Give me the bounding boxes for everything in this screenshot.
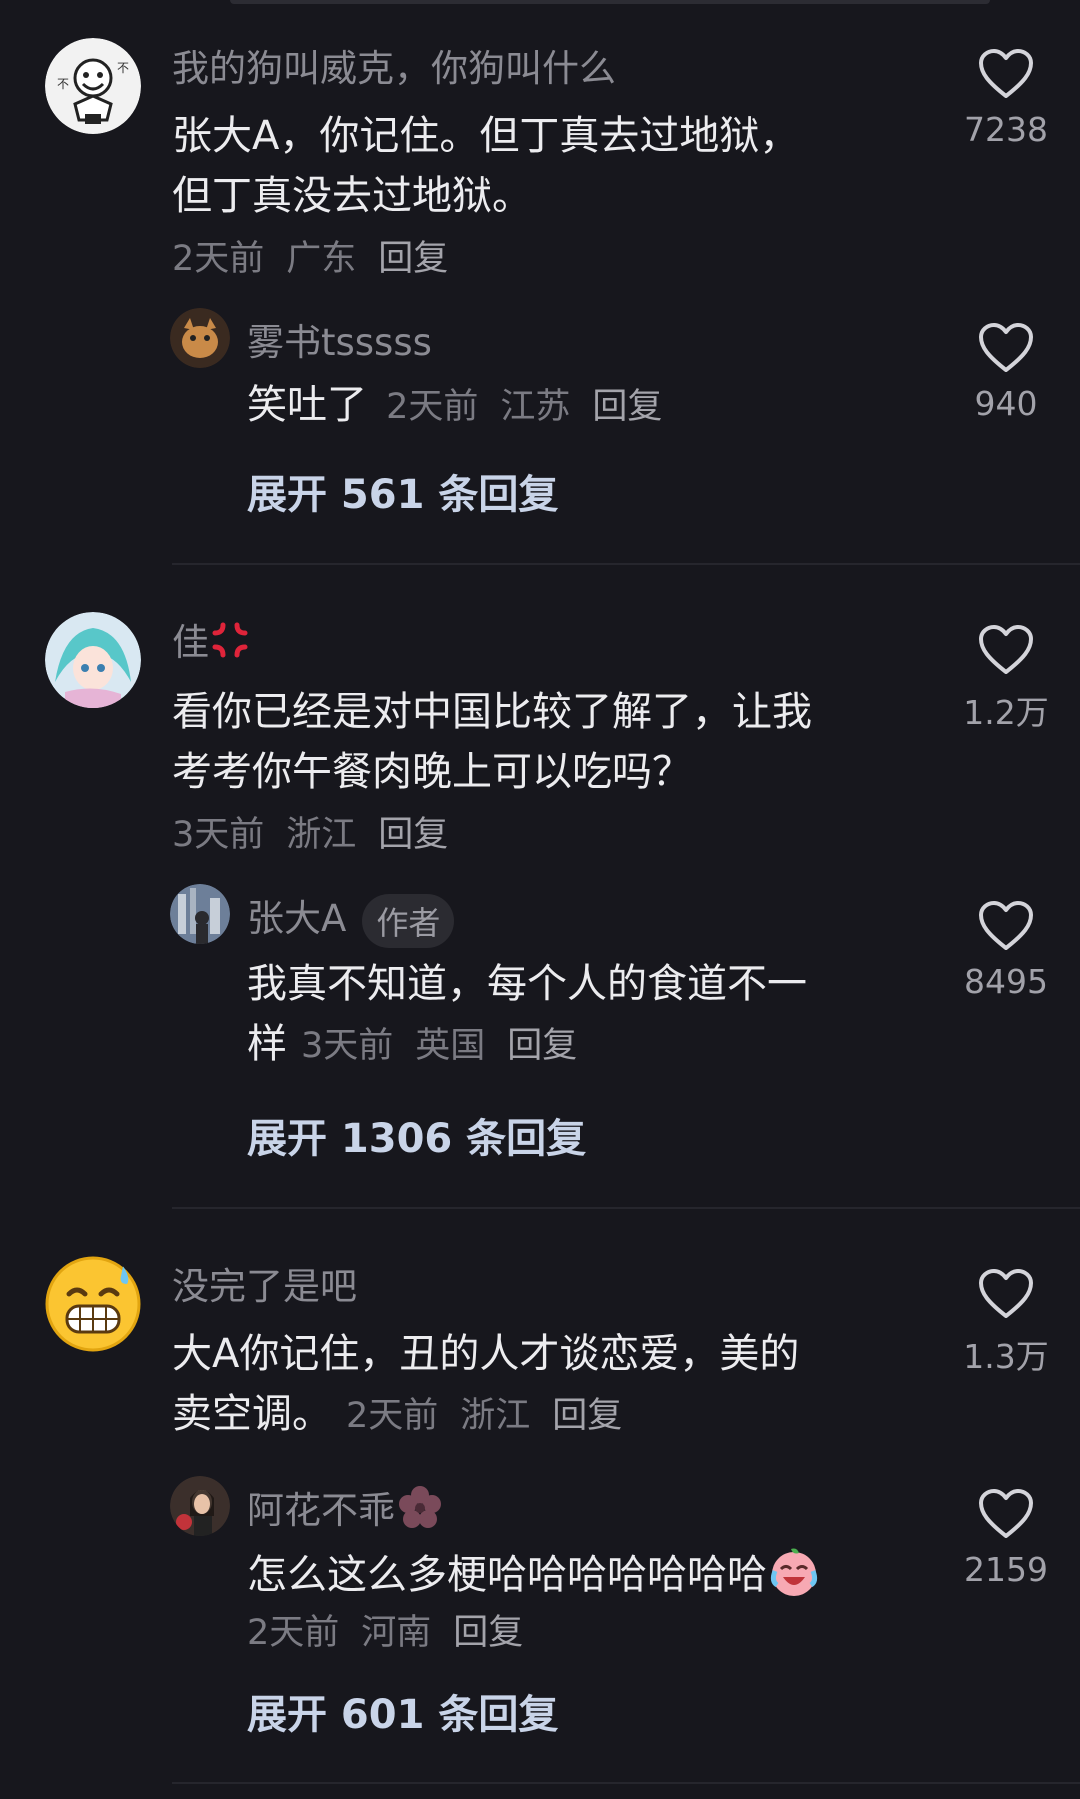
reply-text-line: 我真不知道，每个人的食道不一 — [247, 961, 807, 1007]
heart-outline-icon — [979, 901, 1033, 950]
heart-outline-icon — [979, 1489, 1033, 1538]
heart-outline-icon — [979, 323, 1033, 372]
reply-button[interactable]: 回复 — [507, 1026, 577, 1066]
comment-location: 浙江 — [286, 815, 357, 855]
reply-content: 怎么这么多梗哈哈哈哈哈哈哈 — [247, 1542, 821, 1609]
comment-text: 张大A，你记住。但丁真去过地狱， 但丁真没去过地狱。 — [172, 106, 912, 226]
avatar-comment-2[interactable] — [45, 612, 141, 708]
comment-text-line: 卖空调。 — [172, 1391, 332, 1437]
svg-text:不: 不 — [117, 61, 129, 75]
reply-meta: 3天前 英国 回复 — [301, 1026, 599, 1066]
heart-outline-icon — [979, 625, 1033, 674]
comment-text-line: 大A你记住，丑的人才谈恋爱，美的 — [172, 1331, 800, 1377]
author-badge: 作者 — [362, 893, 455, 948]
like-count: 940 — [974, 384, 1038, 423]
reply-author-name-text: 阿花不乖 — [247, 1489, 395, 1532]
like-count: 1.2万 — [963, 693, 1049, 732]
heart-outline-icon — [979, 1269, 1033, 1318]
reply-meta: 2天前 江苏 回复 — [386, 387, 684, 427]
flower-emoji-icon — [395, 1483, 445, 1542]
avatar-comment-1[interactable]: 不 不 — [45, 38, 141, 134]
comment-meta: 2天前 浙江 回复 — [346, 1396, 644, 1436]
like-count: 7238 — [964, 110, 1048, 149]
reply-content: 我真不知道，每个人的食道不一 样 3天前 英国 回复 — [247, 954, 907, 1076]
reply-time: 3天前 — [301, 1026, 394, 1066]
comment-time: 2天前 — [172, 239, 265, 279]
like-button[interactable]: 7238 — [946, 48, 1066, 149]
like-button[interactable]: 8495 — [946, 900, 1066, 1001]
divider — [172, 563, 1080, 565]
comment-author-name-text: 佳 — [172, 621, 209, 664]
reply-author-name-text: 张大A — [247, 897, 347, 940]
avatar-comment-3[interactable] — [45, 1256, 141, 1352]
avatar-reply-2[interactable] — [170, 884, 230, 944]
like-count: 2159 — [964, 1550, 1048, 1589]
reply-time: 2天前 — [247, 1613, 340, 1653]
reply-button[interactable]: 回复 — [592, 387, 662, 427]
heart-outline-icon — [979, 49, 1033, 98]
reply-button[interactable]: 回复 — [378, 239, 448, 279]
comment-author-name[interactable]: 我的狗叫威克，你狗叫什么 — [172, 38, 616, 92]
top-scroll-indicator — [230, 0, 990, 4]
avatar-reply-1[interactable] — [170, 308, 230, 368]
reply-author-name[interactable]: 阿花不乖 — [247, 1480, 445, 1542]
expand-replies-button[interactable]: 展开 561 条回复 — [247, 462, 558, 520]
svg-text:不: 不 — [57, 77, 69, 91]
avatar-reply-3[interactable] — [170, 1476, 230, 1536]
reply-button[interactable]: 回复 — [552, 1396, 622, 1436]
comment-text: 大A你记住，丑的人才谈恋爱，美的 卖空调。 2天前 浙江 回复 — [172, 1324, 912, 1446]
reply-author-name[interactable]: 雾书tsssss — [247, 312, 432, 366]
like-button[interactable]: 2159 — [946, 1488, 1066, 1589]
like-button[interactable]: 1.2万 — [946, 624, 1066, 734]
anger-emoji-icon — [209, 619, 251, 670]
reply-time: 2天前 — [386, 387, 479, 427]
like-count: 1.3万 — [963, 1337, 1049, 1376]
reply-button[interactable]: 回复 — [378, 815, 448, 855]
comment-time: 2天前 — [346, 1396, 439, 1436]
like-button[interactable]: 1.3万 — [946, 1268, 1066, 1378]
like-count: 8495 — [964, 962, 1048, 1001]
comment-text-line: 但丁真没去过地狱。 — [172, 173, 532, 219]
reply-location: 英国 — [415, 1026, 486, 1066]
reply-location: 河南 — [361, 1613, 432, 1653]
expand-replies-button[interactable]: 展开 601 条回复 — [247, 1682, 558, 1740]
expand-replies-button[interactable]: 展开 1306 条回复 — [247, 1106, 586, 1164]
comment-author-name[interactable]: 佳 — [172, 612, 251, 670]
comment-author-name[interactable]: 没完了是吧 — [172, 1256, 357, 1310]
comment-text-line: 张大A，你记住。但丁真去过地狱， — [172, 113, 800, 159]
reply-location: 江苏 — [500, 387, 571, 427]
reply-text-line: 样 — [247, 1021, 287, 1067]
crying-laugh-emoji-icon — [767, 1545, 821, 1609]
reply-content: 笑吐了 2天前 江苏 回复 — [247, 372, 684, 430]
reply-text: 笑吐了 — [247, 382, 367, 428]
divider — [172, 1782, 1080, 1784]
comment-text-line: 考考你午餐肉晚上可以吃吗？ — [172, 749, 692, 795]
comment-time: 3天前 — [172, 815, 265, 855]
comment-location: 浙江 — [460, 1396, 531, 1436]
reply-author-name[interactable]: 张大A 作者 — [247, 888, 455, 948]
like-button[interactable]: 940 — [946, 322, 1066, 423]
comment-meta: 2天前 广东 回复 — [172, 230, 470, 281]
comment-text: 看你已经是对中国比较了解了，让我 考考你午餐肉晚上可以吃吗？ — [172, 682, 912, 802]
reply-meta: 2天前 河南 回复 — [247, 1604, 545, 1655]
comment-location: 广东 — [286, 239, 357, 279]
divider — [172, 1207, 1080, 1209]
comment-meta: 3天前 浙江 回复 — [172, 806, 470, 857]
comment-text-line: 看你已经是对中国比较了解了，让我 — [172, 689, 812, 735]
reply-button[interactable]: 回复 — [453, 1613, 523, 1653]
reply-text: 怎么这么多梗哈哈哈哈哈哈哈 — [247, 1552, 767, 1598]
